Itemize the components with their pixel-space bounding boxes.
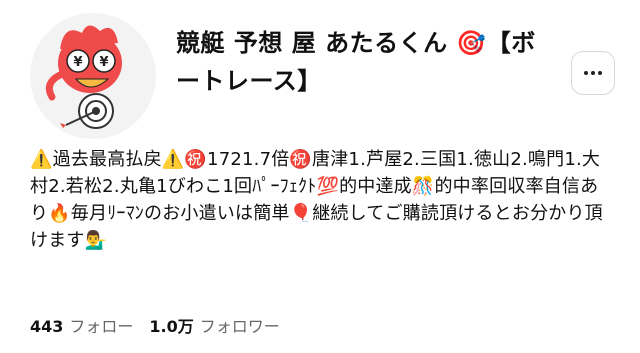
profile-name: 競艇 予想 屋 あたるくん 🎯【ボートレース】 bbox=[176, 29, 536, 95]
more-options-button[interactable] bbox=[571, 51, 615, 95]
profile-header: ¥ ¥ 競艇 予想 屋 あたるくん 🎯【ボートレース】 ⚠️過去最高払戻⚠️㊗️… bbox=[0, 0, 640, 353]
avatar[interactable]: ¥ ¥ bbox=[30, 13, 156, 139]
following-label[interactable]: フォロー bbox=[69, 316, 133, 338]
profile-bio: ⚠️過去最高払戻⚠️㊗️1721.7倍㊗️唐津1.芦屋2.三国1.徳山2.鳴門1… bbox=[30, 149, 603, 251]
follow-stats: 443 フォロー 1.0万 フォロワー bbox=[30, 316, 280, 338]
followers-count[interactable]: 1.0万 bbox=[149, 316, 193, 338]
svg-text:¥: ¥ bbox=[99, 55, 108, 70]
following-count[interactable]: 443 bbox=[30, 316, 63, 338]
mascot-avatar-icon: ¥ ¥ bbox=[45, 25, 122, 129]
svg-text:¥: ¥ bbox=[73, 55, 82, 70]
more-horizontal-icon bbox=[584, 71, 602, 75]
followers-label[interactable]: フォロワー bbox=[200, 316, 280, 338]
